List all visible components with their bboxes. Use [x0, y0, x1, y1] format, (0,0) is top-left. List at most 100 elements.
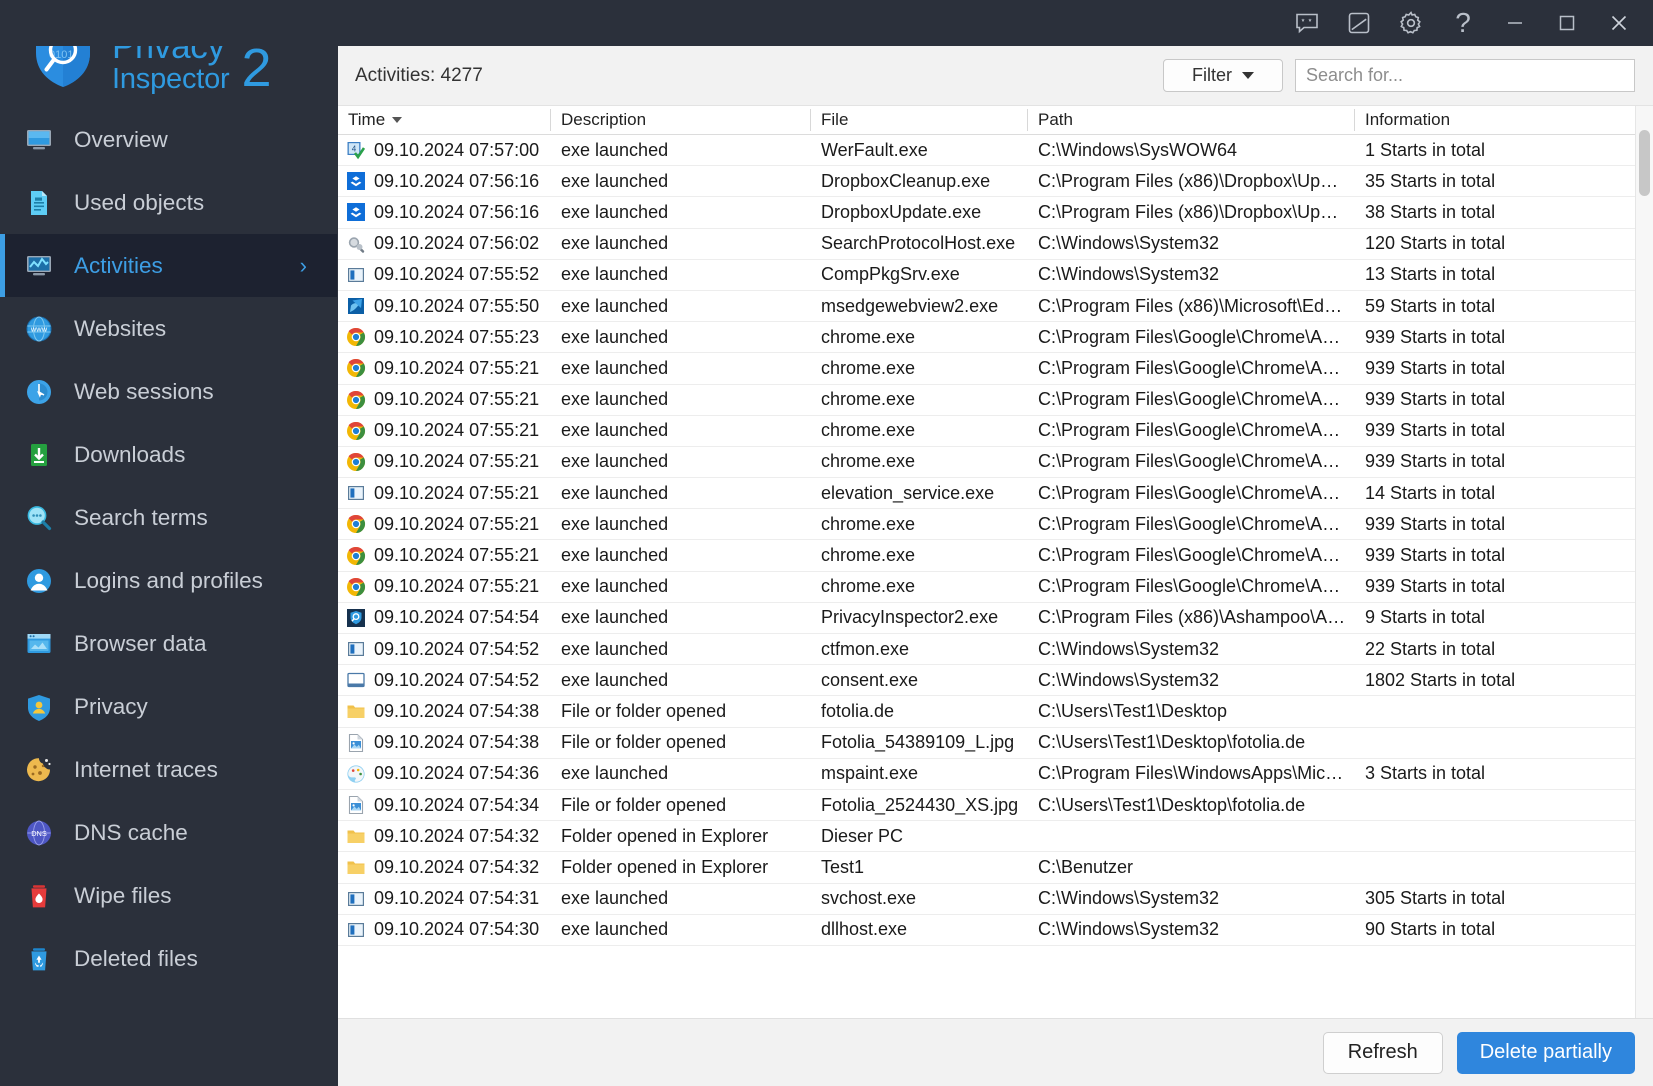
maximize-icon[interactable]	[1541, 0, 1593, 46]
time-text: 09.10.2024 07:57:00	[374, 140, 539, 161]
table-row[interactable]: 09.10.2024 07:56:16exe launchedDropboxUp…	[338, 197, 1635, 228]
sidebar-item-search-terms[interactable]: Search terms	[0, 486, 337, 549]
time-text: 09.10.2024 07:56:16	[374, 171, 539, 192]
table-row[interactable]: 09.10.2024 07:55:23exe launchedchrome.ex…	[338, 322, 1635, 353]
sidebar-item-browser-data[interactable]: Browser data	[0, 612, 337, 675]
cell-information: 939 Starts in total	[1355, 451, 1635, 472]
time-text: 09.10.2024 07:54:32	[374, 857, 539, 878]
filter-label: Filter	[1192, 65, 1232, 86]
sidebar-item-label: DNS cache	[74, 820, 188, 846]
table-row[interactable]: 09.10.2024 07:55:21exe launchedchrome.ex…	[338, 353, 1635, 384]
vertical-scrollbar[interactable]	[1635, 106, 1653, 1018]
cell-time: 09.10.2024 07:55:21	[338, 420, 551, 441]
monitor-icon	[22, 123, 56, 157]
cell-description: exe launched	[551, 888, 811, 909]
table-row[interactable]: 09.10.2024 07:55:21exe launchedelevation…	[338, 478, 1635, 509]
sidebar-item-dns-cache[interactable]: DNS DNS cache	[0, 801, 337, 864]
filter-button[interactable]: Filter	[1163, 59, 1283, 92]
table-row[interactable]: 09.10.2024 07:55:50exe launchedmsedgeweb…	[338, 291, 1635, 322]
cell-information: 939 Starts in total	[1355, 358, 1635, 379]
search-input[interactable]	[1295, 59, 1635, 92]
cell-description: File or folder opened	[551, 701, 811, 722]
refresh-button[interactable]: Refresh	[1323, 1032, 1443, 1074]
table-row[interactable]: 09.10.2024 07:54:32Folder opened in Expl…	[338, 852, 1635, 883]
cell-information: 939 Starts in total	[1355, 389, 1635, 410]
chrome-icon	[346, 327, 366, 347]
design-icon[interactable]	[1333, 0, 1385, 46]
sidebar-item-label: Web sessions	[74, 379, 214, 405]
table-row[interactable]: 09.10.2024 07:54:52exe launchedctfmon.ex…	[338, 634, 1635, 665]
table-row[interactable]: 09.10.2024 07:55:21exe launchedchrome.ex…	[338, 509, 1635, 540]
minimize-icon[interactable]	[1489, 0, 1541, 46]
table-row[interactable]: 09.10.2024 07:54:32Folder opened in Expl…	[338, 821, 1635, 852]
sidebar-item-overview[interactable]: Overview	[0, 108, 337, 171]
column-header-time[interactable]: Time	[338, 109, 551, 131]
column-header-information[interactable]: Information	[1355, 109, 1635, 131]
download-icon	[22, 438, 56, 472]
feedback-icon[interactable]	[1281, 0, 1333, 46]
close-icon[interactable]	[1593, 0, 1645, 46]
cell-description: File or folder opened	[551, 795, 811, 816]
table-row[interactable]: 09.10.2024 07:55:21exe launchedchrome.ex…	[338, 447, 1635, 478]
table-row[interactable]: 09.10.2024 07:54:31exe launchedsvchost.e…	[338, 884, 1635, 915]
table-row[interactable]: 09.10.2024 07:54:34File or folder opened…	[338, 790, 1635, 821]
sidebar-item-privacy[interactable]: Privacy	[0, 675, 337, 738]
sidebar-item-deleted-files[interactable]: Deleted files	[0, 927, 337, 990]
scrollbar-thumb[interactable]	[1639, 130, 1650, 196]
table-row[interactable]: 409.10.2024 07:57:00exe launchedWerFault…	[338, 135, 1635, 166]
cell-file: chrome.exe	[811, 327, 1028, 348]
recycle-bin-icon	[22, 942, 56, 976]
table-row[interactable]: 09.10.2024 07:54:38File or folder opened…	[338, 696, 1635, 727]
table-row[interactable]: 09.10.2024 07:54:38File or folder opened…	[338, 728, 1635, 759]
table-row[interactable]: 09.10.2024 07:55:21exe launchedchrome.ex…	[338, 416, 1635, 447]
table-row[interactable]: 09.10.2024 07:55:52exe launchedCompPkgSr…	[338, 260, 1635, 291]
sidebar-item-wipe-files[interactable]: Wipe files	[0, 864, 337, 927]
table-row[interactable]: 09.10.2024 07:56:02exe launchedSearchPro…	[338, 229, 1635, 260]
cell-time: 09.10.2024 07:54:52	[338, 639, 551, 660]
sidebar-item-downloads[interactable]: Downloads	[0, 423, 337, 486]
table-row[interactable]: 09.10.2024 07:54:54exe launchedPrivacyIn…	[338, 603, 1635, 634]
time-text: 09.10.2024 07:56:02	[374, 233, 539, 254]
cell-path: C:\Program Files (x86)\Dropbox\Up…	[1028, 202, 1355, 223]
cell-path: C:\Users\Test1\Desktop\fotolia.de	[1028, 732, 1355, 753]
cell-description: exe launched	[551, 171, 811, 192]
cell-description: exe launched	[551, 358, 811, 379]
column-header-path[interactable]: Path	[1028, 109, 1355, 131]
table-row[interactable]: 09.10.2024 07:55:21exe launchedchrome.ex…	[338, 572, 1635, 603]
cell-path: C:\Program Files\Google\Chrome\A…	[1028, 327, 1355, 348]
column-header-description[interactable]: Description	[551, 109, 811, 131]
cell-description: exe launched	[551, 670, 811, 691]
sidebar-item-websites[interactable]: www Websites	[0, 297, 337, 360]
cell-file: chrome.exe	[811, 389, 1028, 410]
gear-icon[interactable]	[1385, 0, 1437, 46]
sidebar-item-activities[interactable]: Activities ›	[0, 234, 337, 297]
cell-description: exe launched	[551, 763, 811, 784]
cell-file: elevation_service.exe	[811, 483, 1028, 504]
table-row[interactable]: 09.10.2024 07:55:21exe launchedchrome.ex…	[338, 540, 1635, 571]
folder-icon	[346, 826, 366, 846]
sidebar-item-logins-and-profiles[interactable]: Logins and profiles	[0, 549, 337, 612]
cell-information: 305 Starts in total	[1355, 888, 1635, 909]
cell-time: 09.10.2024 07:54:36	[338, 763, 551, 784]
table-row[interactable]: 09.10.2024 07:56:16exe launchedDropboxCl…	[338, 166, 1635, 197]
sidebar-item-used-objects[interactable]: Used objects	[0, 171, 337, 234]
shield-user-icon	[22, 690, 56, 724]
table-row[interactable]: 09.10.2024 07:55:21exe launchedchrome.ex…	[338, 385, 1635, 416]
cell-time: 09.10.2024 07:55:21	[338, 576, 551, 597]
cell-time: 409.10.2024 07:57:00	[338, 140, 551, 161]
table-row[interactable]: 09.10.2024 07:54:30exe launcheddllhost.e…	[338, 915, 1635, 946]
privacy-inspector-icon	[346, 608, 366, 628]
delete-partially-button[interactable]: Delete partially	[1457, 1032, 1635, 1074]
time-text: 09.10.2024 07:55:21	[374, 576, 539, 597]
table-row[interactable]: 09.10.2024 07:54:36exe launchedmspaint.e…	[338, 759, 1635, 790]
cell-time: 09.10.2024 07:55:50	[338, 296, 551, 317]
sidebar-item-web-sessions[interactable]: Web sessions	[0, 360, 337, 423]
table-row[interactable]: 09.10.2024 07:54:52exe launchedconsent.e…	[338, 665, 1635, 696]
column-header-file[interactable]: File	[811, 109, 1028, 131]
cell-file: chrome.exe	[811, 420, 1028, 441]
cell-path: C:\Windows\System32	[1028, 639, 1355, 660]
cell-information: 90 Starts in total	[1355, 919, 1635, 940]
cell-time: 09.10.2024 07:54:38	[338, 732, 551, 753]
help-icon[interactable]: ?	[1437, 0, 1489, 46]
sidebar-item-internet-traces[interactable]: Internet traces	[0, 738, 337, 801]
